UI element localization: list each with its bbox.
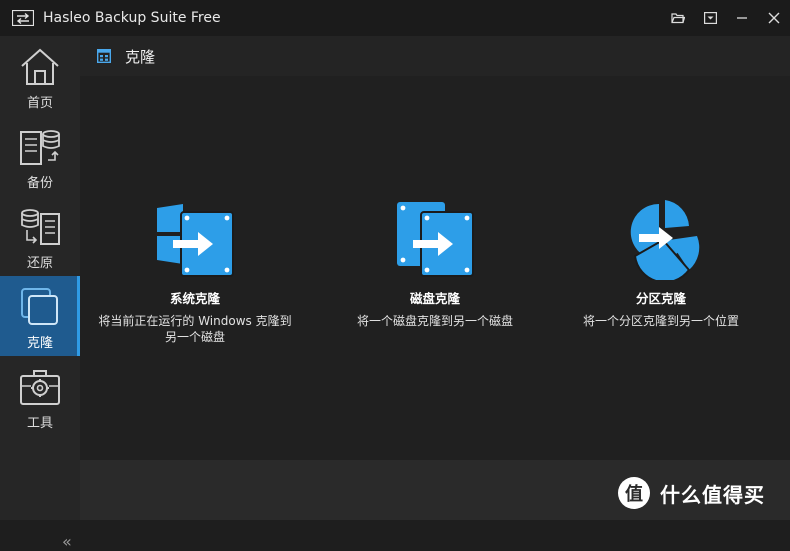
sidebar-item-restore[interactable]: 还原 <box>0 196 80 276</box>
page-title: 克隆 <box>125 47 156 66</box>
sidebar-item-home[interactable]: 首页 <box>0 36 80 116</box>
partition-clone-option[interactable]: 分区克隆 将一个分区克隆到另一个位置 <box>546 196 776 329</box>
sidebar-item-label: 备份 <box>26 176 53 191</box>
disk-clone-icon <box>397 202 474 277</box>
title-bar: Hasleo Backup Suite Free <box>0 0 790 36</box>
system-clone-icon <box>157 204 234 277</box>
menu-dropdown-icon[interactable] <box>694 0 726 36</box>
option-description: 将当前正在运行的 Windows 克隆到另一个磁盘 <box>98 314 292 344</box>
window-title: Hasleo Backup Suite Free <box>43 10 221 26</box>
sidebar-item-label: 工具 <box>26 416 53 431</box>
home-icon <box>21 48 59 85</box>
option-description: 将一个磁盘克隆到另一个磁盘 <box>356 314 513 328</box>
clone-grid-icon <box>97 49 111 63</box>
option-title: 磁盘克隆 <box>409 291 460 306</box>
watermark-text: 什么值得买 <box>660 482 765 507</box>
option-title: 分区克隆 <box>635 291 686 306</box>
option-title: 系统克隆 <box>169 291 220 306</box>
disk-clone-option[interactable]: 磁盘克隆 将一个磁盘克隆到另一个磁盘 <box>320 196 550 329</box>
sidebar-item-backup[interactable]: 备份 <box>0 116 80 196</box>
sidebar-item-label: 克隆 <box>26 336 53 351</box>
clone-options-area: 系统克隆 将当前正在运行的 Windows 克隆到另一个磁盘 磁盘克隆 将一个磁… <box>80 76 790 460</box>
close-icon[interactable] <box>758 0 790 36</box>
restore-icon <box>21 209 60 245</box>
clone-icon <box>21 288 58 325</box>
sidebar-item-label: 还原 <box>26 256 53 271</box>
sidebar-item-tools[interactable]: 工具 <box>0 356 80 436</box>
app-logo-icon <box>12 10 34 26</box>
option-description: 将一个分区克隆到另一个位置 <box>582 314 739 328</box>
sidebar-item-clone[interactable]: 克隆 <box>0 276 80 356</box>
sidebar-item-label: 首页 <box>26 96 53 111</box>
minimize-icon[interactable] <box>726 0 758 36</box>
collapse-sidebar-icon[interactable]: « <box>62 532 72 551</box>
watermark-logo-icon: 值 <box>618 477 650 509</box>
system-clone-option[interactable]: 系统克隆 将当前正在运行的 Windows 克隆到另一个磁盘 <box>80 196 310 345</box>
panel-header: 克隆 <box>80 36 790 76</box>
watermark: 值 什么值得买 <box>618 477 765 509</box>
partition-clone-icon <box>630 200 700 280</box>
tools-icon <box>20 370 60 405</box>
folder-open-icon[interactable] <box>662 0 694 36</box>
sidebar: 首页 备份 还原 克隆 工具 « <box>0 36 80 551</box>
backup-icon <box>20 130 60 165</box>
